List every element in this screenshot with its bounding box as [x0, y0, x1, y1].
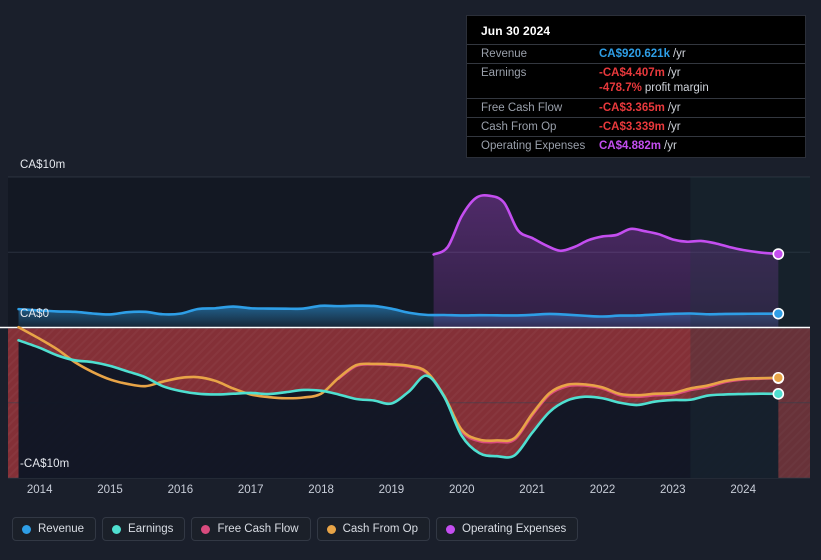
- tooltip-row-key: Free Cash Flow: [481, 102, 563, 114]
- legend-item-label: Free Cash Flow: [217, 523, 299, 535]
- tooltip-row-suffix: /yr: [664, 140, 677, 152]
- tooltip-row-value: -CA$3.339m/yr: [599, 121, 681, 133]
- legend-item-free-cash-flow[interactable]: Free Cash Flow: [191, 517, 311, 541]
- tooltip-row-value: CA$4.882m/yr: [599, 140, 677, 152]
- legend-color-dot-icon: [22, 524, 31, 534]
- chart-legend[interactable]: Revenue Earnings Free Cash Flow Cash From O…: [12, 517, 579, 541]
- tooltip-row-suffix: /yr: [667, 121, 681, 133]
- tooltip-row-value: CA$920.621k/yr: [599, 48, 686, 60]
- x-tick-label: 2017: [237, 484, 264, 496]
- x-tick-label: 2019: [378, 484, 405, 496]
- x-tick-label: 2018: [308, 484, 334, 496]
- legend-color-dot-icon: [201, 524, 211, 534]
- legend-item-label: Earnings: [128, 523, 174, 535]
- tooltip-row: Earnings -CA$4.407m/yr: [467, 63, 805, 82]
- legend-item-earnings[interactable]: Earnings: [102, 517, 186, 541]
- legend-item-operating-expenses[interactable]: Operating Expenses: [436, 517, 579, 541]
- legend-item-cash-from-op[interactable]: Cash From Op: [316, 517, 431, 541]
- x-tick-label: 2024: [730, 484, 756, 496]
- tooltip-row-value: -CA$4.407m/yr: [599, 67, 681, 79]
- legend-color-dot-icon: [326, 524, 336, 534]
- financial-performance-chart: CA$10m CA$0 -CA$10m 2014 2015 2016 2017 2018…: [0, 0, 821, 560]
- cash-from-op-endpoint-marker: [772, 371, 785, 384]
- tooltip-row-key: Operating Expenses: [481, 140, 586, 152]
- tooltip-row-suffix: /yr: [672, 48, 686, 60]
- tooltip-row-key: Earnings: [481, 67, 527, 79]
- x-tick-label: 2021: [519, 484, 545, 496]
- tooltip-row: -478.7% profit margin: [467, 82, 805, 98]
- tooltip-row-suffix: /yr: [667, 67, 681, 79]
- x-tick-label: 2016: [167, 484, 194, 496]
- tooltip-row-key: Revenue: [481, 48, 528, 60]
- legend-item-revenue[interactable]: Revenue: [12, 517, 97, 541]
- tooltip-row: Cash From Op -CA$3.339m/yr: [467, 117, 805, 136]
- tooltip-row-suffix: profit margin: [644, 82, 709, 94]
- legend-item-label: Revenue: [38, 523, 85, 535]
- tooltip-row: Free Cash Flow -CA$3.365m/yr: [467, 98, 805, 117]
- legend-color-dot-icon: [112, 524, 122, 534]
- x-tick-label: 2014: [26, 484, 53, 496]
- earnings-endpoint-marker: [772, 388, 785, 400]
- tooltip-row-key: Cash From Op: [481, 121, 557, 133]
- x-tick-label: 2022: [589, 484, 616, 496]
- revenue-endpoint-marker: [772, 307, 785, 320]
- tooltip-row-suffix: /yr: [667, 102, 681, 114]
- x-tick-label: 2015: [97, 484, 123, 496]
- tooltip-rows: Revenue CA$920.621k/yr Earnings -CA$4.407m /…: [467, 44, 805, 155]
- tooltip-row-value: -478.7% profit margin: [599, 82, 709, 94]
- legend-item-label: Cash From Op: [342, 523, 419, 535]
- tooltip-row-value: -CA$3.365m/yr: [599, 102, 681, 114]
- x-axis: 2014 2015 2016 2017 2018 2019 2020 2021 2022 2023…: [0, 484, 821, 504]
- legend-item-label: Operating Expenses: [462, 523, 567, 535]
- x-tick-label: 2020: [449, 484, 475, 496]
- tooltip-row: Revenue CA$920.621k/yr: [467, 44, 805, 63]
- legend-color-dot-icon: [446, 524, 456, 534]
- tooltip-date: Jun 30 2024: [481, 24, 551, 38]
- tooltip-row: Operating Expenses CA$4.882m/yr: [467, 136, 805, 155]
- data-tooltip: Jun 30 2024 Revenue CA$920.621k/yr Earning…: [466, 15, 806, 158]
- x-tick-label: 2023: [660, 484, 686, 496]
- operating-expenses-endpoint-marker: [772, 248, 785, 260]
